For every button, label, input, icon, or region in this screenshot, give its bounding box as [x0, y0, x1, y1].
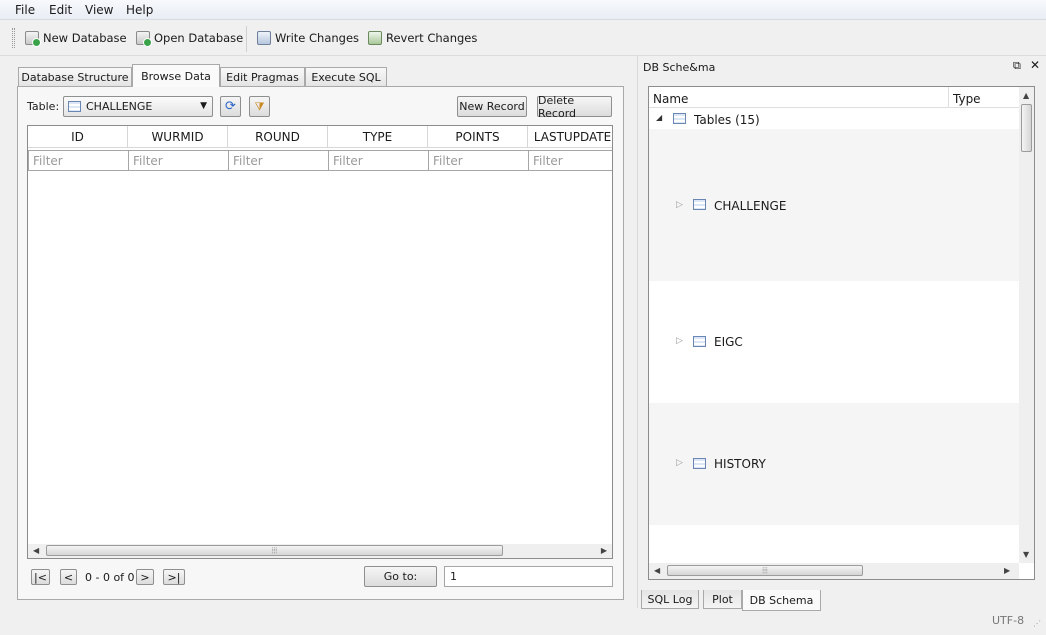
collapsed-arrow-icon[interactable]: ▷ [676, 458, 683, 468]
schema-vertical-scrollbar[interactable]: ▲ ▼ [1019, 87, 1034, 563]
table-select-value: CHALLENGE [86, 100, 153, 113]
write-changes-icon [257, 31, 271, 45]
record-range: 0 - 0 of 0 [85, 571, 135, 584]
scroll-right-icon[interactable]: ▶ [601, 546, 607, 555]
tab-browse-data[interactable]: Browse Data [132, 64, 220, 87]
revert-changes-icon [368, 31, 382, 45]
go-to-input[interactable]: 1 [444, 566, 613, 587]
menu-file[interactable]: File [15, 3, 35, 17]
column-header-points[interactable]: POINTS [428, 126, 528, 148]
menu-view[interactable]: View [85, 3, 113, 17]
toolbar-separator [246, 26, 247, 52]
scroll-up-icon[interactable]: ▲ [1023, 91, 1029, 100]
delete-record-button[interactable]: Delete Record [537, 94, 612, 120]
table-select[interactable]: CHALLENGE ▼ [63, 96, 213, 117]
expanded-arrow-icon[interactable]: ◢ [656, 113, 662, 122]
menu-bar: File Edit View Help [0, 0, 1046, 20]
scroll-left-icon[interactable]: ◀ [654, 566, 660, 575]
previous-page-button[interactable]: < [60, 569, 77, 585]
new-database-button[interactable]: New Database [25, 29, 127, 47]
scroll-down-icon[interactable]: ▼ [1023, 550, 1029, 559]
data-grid[interactable]: ID WURMID ROUND TYPE POINTS LASTUPDATE F… [27, 125, 613, 559]
revert-changes-label: Revert Changes [386, 31, 478, 45]
table-label: Table: [27, 100, 60, 113]
column-header-lastupdate[interactable]: LASTUPDATE [528, 126, 612, 148]
menu-help[interactable]: Help [126, 3, 153, 17]
schema-tree[interactable]: Name Type ◢ Tables (15) ▷ CHALLENGE ▷ EI… [648, 86, 1035, 580]
column-header-round[interactable]: ROUND [228, 126, 328, 148]
resize-grip-icon[interactable]: ⋰ [1033, 619, 1041, 628]
filter-input-id[interactable]: Filter [28, 150, 129, 171]
tab-database-structure[interactable]: Database Structure [18, 67, 132, 86]
dock-float-icon[interactable]: ⧉ [1013, 59, 1021, 73]
filter-input-lastupdate[interactable]: Filter [528, 150, 612, 171]
collapsed-arrow-icon[interactable]: ▷ [676, 336, 683, 346]
tab-plot[interactable]: Plot [703, 590, 742, 609]
chevron-down-icon: ▼ [200, 101, 207, 111]
new-database-label: New Database [43, 31, 127, 45]
next-page-button[interactable]: > [136, 569, 154, 585]
grid-scroll-thumb[interactable]: ⦙⦙⦙ [46, 545, 503, 556]
open-database-button[interactable]: Open Database [136, 29, 243, 47]
encoding-status: UTF-8 [992, 614, 1025, 627]
revert-changes-button[interactable]: Revert Changes [368, 29, 477, 47]
table-icon [693, 199, 706, 210]
dock-title: DB Sche&ma [643, 61, 716, 74]
tree-table-label: HISTORY [714, 457, 766, 471]
column-header-wurmid[interactable]: WURMID [128, 126, 228, 148]
filter-input-wurmid[interactable]: Filter [128, 150, 229, 171]
table-icon [693, 336, 706, 347]
first-page-button[interactable]: |< [31, 569, 50, 585]
open-database-icon [136, 31, 152, 47]
clear-filter-icon: ⧩ [254, 99, 265, 113]
toolbar-grip [12, 28, 15, 48]
tree-table-label: EIGC [714, 335, 743, 349]
menu-edit[interactable]: Edit [49, 3, 72, 17]
tab-db-schema[interactable]: DB Schema [742, 590, 821, 611]
clear-filters-button[interactable]: ⧩ [249, 96, 270, 117]
dock-splitter[interactable] [637, 56, 638, 608]
tables-icon [673, 113, 686, 124]
tree-table-label: CHALLENGE [714, 199, 787, 213]
open-database-label: Open Database [154, 31, 244, 45]
last-page-button[interactable]: >| [163, 569, 185, 585]
scroll-right-icon[interactable]: ▶ [1004, 566, 1010, 575]
filter-input-type[interactable]: Filter [328, 150, 429, 171]
new-database-icon [25, 31, 41, 47]
column-header-type[interactable]: TYPE [328, 126, 428, 148]
tree-row-eigc[interactable]: ▷ EIGC [649, 281, 1019, 403]
dock-close-icon[interactable]: ✕ [1030, 58, 1040, 72]
table-icon [693, 458, 706, 469]
tree-row-tables[interactable]: ◢ Tables (15) [649, 109, 1019, 129]
grid-horizontal-scrollbar[interactable]: ◀ ⦙⦙⦙ ▶ [28, 544, 612, 558]
schema-horizontal-scrollbar[interactable]: ◀ ⦙⦙⦙ ▶ [649, 563, 1019, 579]
tab-execute-sql[interactable]: Execute SQL [305, 67, 387, 86]
dock-title-bar: DB Sche&ma ⧉ ✕ [638, 58, 1044, 76]
schema-vscroll-thumb[interactable] [1021, 104, 1032, 152]
collapsed-arrow-icon[interactable]: ▷ [676, 200, 683, 210]
write-changes-button[interactable]: Write Changes [257, 29, 359, 47]
schema-header: Name Type [649, 87, 1019, 108]
filter-input-points[interactable]: Filter [428, 150, 529, 171]
schema-hscroll-thumb[interactable]: ⦙⦙⦙ [667, 565, 863, 576]
toolbar: New Database Open Database Write Changes… [0, 20, 1046, 56]
schema-header-divider[interactable] [948, 87, 949, 108]
schema-header-type[interactable]: Type [953, 92, 981, 106]
refresh-button[interactable]: ⟳ [220, 96, 241, 117]
go-to-button[interactable]: Go to: [364, 566, 437, 587]
tab-edit-pragmas[interactable]: Edit Pragmas [220, 67, 305, 86]
schema-header-name[interactable]: Name [653, 92, 688, 106]
tree-row-challenge[interactable]: ▷ CHALLENGE [649, 129, 1019, 281]
column-header-id[interactable]: ID [28, 126, 128, 148]
tab-sql-log[interactable]: SQL Log [641, 590, 699, 609]
scroll-left-icon[interactable]: ◀ [33, 546, 39, 555]
tables-root-label: Tables (15) [694, 113, 760, 127]
tree-row-history[interactable]: ▷ HISTORY [649, 403, 1019, 525]
new-record-button[interactable]: New Record [457, 96, 527, 117]
table-icon [68, 101, 81, 112]
write-changes-label: Write Changes [275, 31, 360, 45]
filter-input-round[interactable]: Filter [228, 150, 329, 171]
refresh-icon: ⟳ [225, 99, 236, 114]
